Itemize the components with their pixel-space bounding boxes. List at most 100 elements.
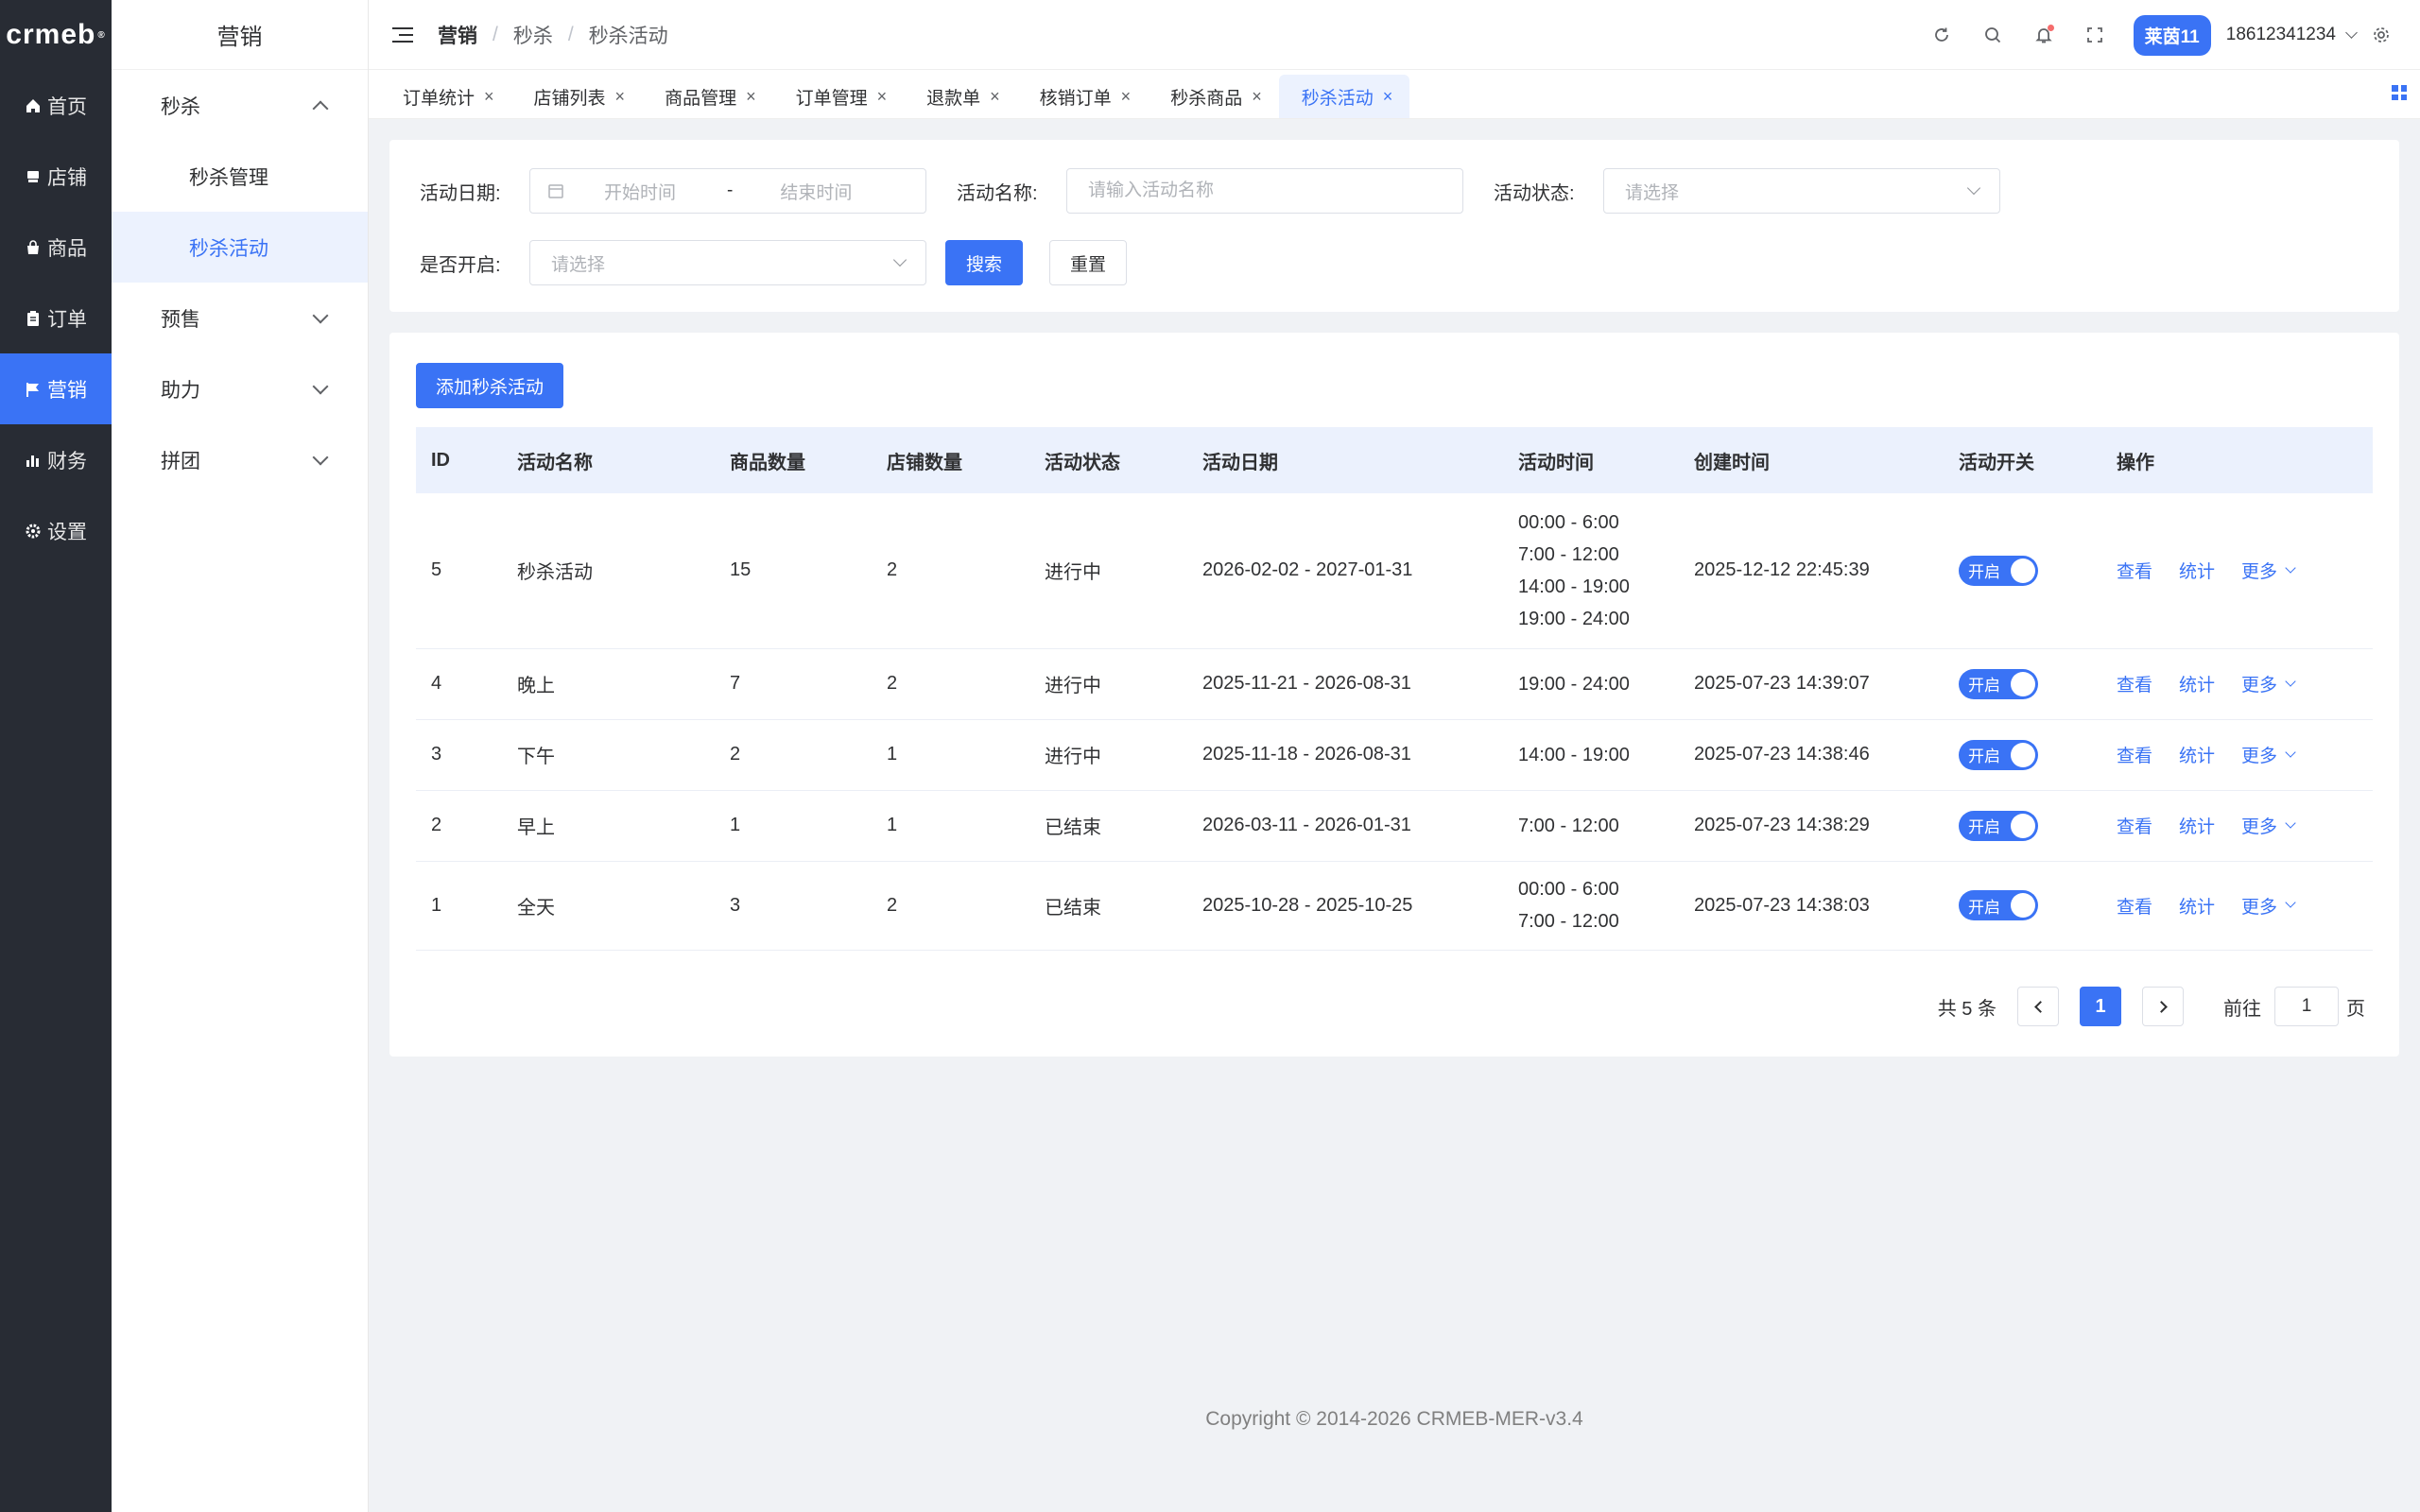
bell-icon[interactable]: [2032, 24, 2055, 46]
subnav-group-assist[interactable]: 助力: [112, 353, 368, 424]
refresh-icon[interactable]: [1930, 24, 1953, 46]
cell-status: 进行中: [1029, 648, 1187, 720]
primary-nav-label: 商品: [47, 237, 87, 260]
tabs-menu-icon[interactable]: [2392, 85, 2407, 100]
cell-switch: 开启: [1944, 648, 2101, 720]
view-link[interactable]: 查看: [2117, 676, 2152, 696]
subnav-item-seckill-manage[interactable]: 秒杀管理: [112, 141, 368, 212]
view-link[interactable]: 查看: [2117, 562, 2152, 582]
search-button[interactable]: 搜索: [945, 240, 1023, 285]
activity-toggle[interactable]: 开启: [1959, 555, 2038, 586]
reset-button[interactable]: 重置: [1049, 240, 1127, 285]
primary-nav-item[interactable]: 财务: [0, 424, 112, 495]
close-icon[interactable]: ×: [1252, 87, 1262, 107]
page-tab[interactable]: 秒杀商品 ×: [1148, 75, 1279, 118]
more-dropdown[interactable]: 更多: [2241, 742, 2296, 767]
toggle-knob: [2011, 742, 2035, 767]
cell-created: 2025-07-23 14:38:29: [1679, 790, 1944, 862]
primary-nav-item[interactable]: 营销: [0, 353, 112, 424]
subnav-group-seckill[interactable]: 秒杀: [112, 70, 368, 141]
column-header: 活动开关: [1959, 452, 2034, 473]
close-icon[interactable]: ×: [484, 87, 494, 107]
close-icon[interactable]: ×: [990, 87, 1000, 107]
time-slot: 7:00 - 12:00: [1518, 815, 1619, 836]
goto-page-input[interactable]: [2274, 987, 2339, 1026]
activity-toggle[interactable]: 开启: [1959, 810, 2038, 841]
home-icon: [25, 97, 42, 114]
primary-nav-item[interactable]: 订单: [0, 283, 112, 353]
subnav-item-seckill-activity[interactable]: 秒杀活动: [112, 212, 368, 283]
close-icon[interactable]: ×: [746, 87, 756, 107]
page-tab[interactable]: 订单管理 ×: [773, 75, 905, 118]
page-tab[interactable]: 秒杀活动 ×: [1278, 75, 1410, 118]
primary-nav-item[interactable]: 店铺: [0, 141, 112, 212]
open-select[interactable]: 请选择: [529, 240, 926, 285]
page-number-button[interactable]: 1: [2080, 987, 2121, 1026]
prev-page-button[interactable]: [2017, 987, 2059, 1026]
filter-panel: 活动日期: 开始时间 - 结束时间 活动名称: 活动状态: 请选择 是否开启: …: [389, 140, 2399, 312]
subnav-group-label: 拼团: [161, 450, 200, 472]
stats-link[interactable]: 统计: [2179, 747, 2215, 766]
cell-actions: 查看 统计 更多: [2101, 861, 2373, 951]
page-tabs: 订单统计 × 店铺列表 × 商品管理 × 订单管理 × 退款单 × 核销订单 × 秒杀商品 × 秒杀活动 ×: [369, 70, 2420, 119]
stats-link[interactable]: 统计: [2179, 676, 2215, 696]
fullscreen-icon[interactable]: [2083, 24, 2106, 46]
stats-link[interactable]: 统计: [2179, 562, 2215, 582]
cell-actions: 查看 统计 更多: [2101, 790, 2373, 862]
search-icon[interactable]: [1981, 24, 2004, 46]
add-seckill-activity-button[interactable]: 添加秒杀活动: [416, 363, 563, 408]
primary-nav-item[interactable]: 首页: [0, 70, 112, 141]
close-icon[interactable]: ×: [877, 87, 888, 107]
close-icon[interactable]: ×: [615, 87, 626, 107]
activity-toggle[interactable]: 开启: [1959, 668, 2038, 699]
more-dropdown[interactable]: 更多: [2241, 671, 2296, 696]
activity-toggle[interactable]: 开启: [1959, 890, 2038, 920]
activity-toggle[interactable]: 开启: [1959, 739, 2038, 770]
page-tab[interactable]: 店铺列表 ×: [511, 75, 643, 118]
settings-gear-icon[interactable]: [2370, 24, 2393, 46]
page-tab[interactable]: 订单统计 ×: [380, 75, 511, 118]
cell-date: 2025-11-21 - 2026-08-31: [1187, 648, 1503, 720]
breadcrumb-item[interactable]: 营销: [438, 21, 477, 49]
store-badge[interactable]: 莱茵11: [2133, 14, 2211, 56]
action-label: 查看: [2117, 676, 2153, 696]
status-select[interactable]: 请选择: [1603, 168, 2000, 214]
range-separator: -: [727, 180, 734, 200]
close-icon[interactable]: ×: [1383, 87, 1393, 107]
subnav-group-groupbuy[interactable]: 拼团: [112, 424, 368, 495]
time-slot-list: 00:00 - 6:00 7:00 - 12:00 14:00 - 19:00 19:…: [1518, 507, 1679, 635]
subnav-group-presale[interactable]: 预售: [112, 283, 368, 353]
user-menu[interactable]: 18612341234: [2226, 25, 2358, 45]
stats-link[interactable]: 统计: [2179, 817, 2215, 837]
more-dropdown[interactable]: 更多: [2241, 893, 2296, 919]
bag-icon: [25, 239, 42, 256]
page-tab[interactable]: 核销订单 ×: [1017, 75, 1149, 118]
more-dropdown[interactable]: 更多: [2241, 813, 2296, 838]
primary-nav-item[interactable]: 设置: [0, 495, 112, 566]
date-range-picker[interactable]: 开始时间 - 结束时间: [529, 168, 926, 214]
logo-text: crmeb: [6, 19, 96, 50]
breadcrumb-item[interactable]: 秒杀: [513, 21, 553, 49]
view-link[interactable]: 查看: [2117, 898, 2152, 918]
page-tab[interactable]: 商品管理 ×: [642, 75, 773, 118]
bar-chart-icon: [25, 452, 42, 469]
activity-name-field[interactable]: [1066, 168, 1463, 214]
more-dropdown[interactable]: 更多: [2241, 558, 2296, 583]
next-page-button[interactable]: [2142, 987, 2184, 1026]
view-link[interactable]: 查看: [2117, 817, 2152, 837]
activity-name-input[interactable]: [1088, 180, 1442, 201]
cell-status: 已结束: [1029, 861, 1187, 951]
view-link[interactable]: 查看: [2117, 747, 2152, 766]
collapse-menu-icon[interactable]: [392, 26, 413, 43]
goto-suffix: 页: [2346, 998, 2365, 1020]
page-tab-label: 订单统计: [403, 88, 475, 109]
close-icon[interactable]: ×: [1121, 87, 1132, 107]
logo-mark: ®: [97, 29, 106, 41]
cell-goods-count: 7: [715, 648, 872, 720]
stats-link[interactable]: 统计: [2179, 898, 2215, 918]
page-tab[interactable]: 退款单 ×: [904, 75, 1017, 118]
cell-goods-count: 2: [715, 719, 872, 791]
logo: crmeb ®: [0, 0, 112, 70]
primary-nav-item[interactable]: 商品: [0, 212, 112, 283]
primary-nav-label: 订单: [47, 308, 87, 331]
